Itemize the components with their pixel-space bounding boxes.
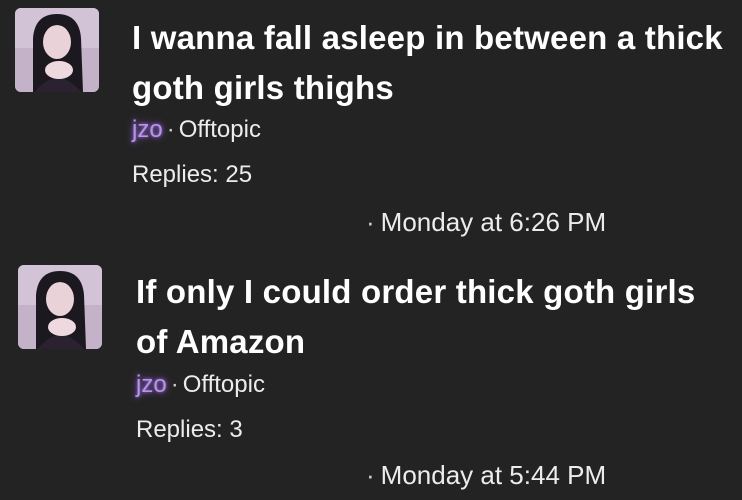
thread-meta: jzo · Offtopic [132,115,261,145]
meta-separator: · [170,371,179,398]
avatar-image [18,265,102,349]
author-link[interactable]: jzo [136,371,167,398]
timestamp-text[interactable]: Monday at 5:44 PM [381,460,606,490]
forum-link[interactable]: Offtopic [183,371,265,398]
meta-separator: · [166,116,175,143]
thread-timestamp: · Monday at 5:44 PM [366,459,606,491]
thread-timestamp: · Monday at 6:26 PM [366,206,606,238]
thread-title[interactable]: If only I could order thick goth girls o… [136,267,716,367]
reply-count: Replies: 25 [132,161,253,188]
timestamp-separator: · [366,207,375,237]
avatar[interactable] [18,265,102,349]
thread-meta: jzo · Offtopic [136,370,265,400]
author-link[interactable]: jzo [132,116,163,143]
thread-title[interactable]: I wanna fall asleep in between a thick g… [132,13,732,113]
timestamp-separator: · [366,460,375,490]
forum-link[interactable]: Offtopic [179,116,261,143]
avatar[interactable] [15,8,99,92]
reply-count: Replies: 3 [136,416,243,443]
avatar-image [15,8,99,92]
timestamp-text[interactable]: Monday at 6:26 PM [381,207,606,237]
